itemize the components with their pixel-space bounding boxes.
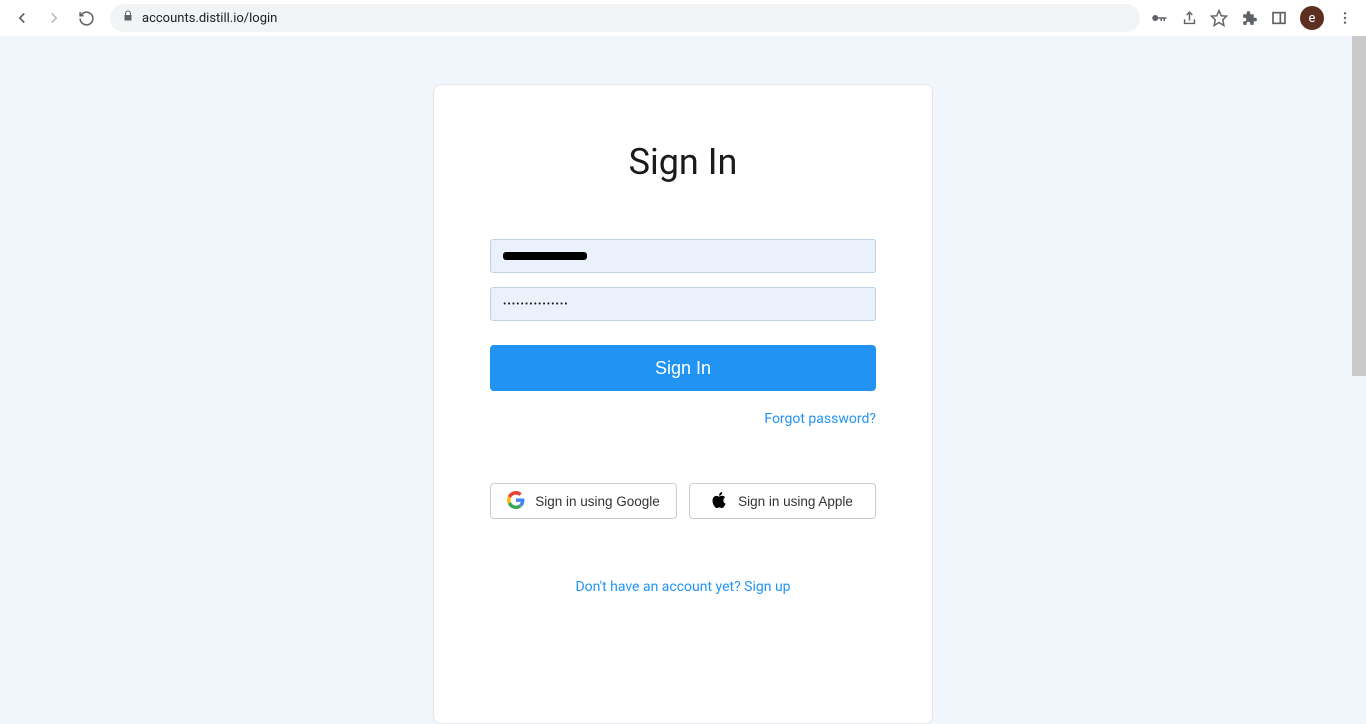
chrome-actions: e bbox=[1150, 6, 1358, 30]
google-signin-button[interactable]: Sign in using Google bbox=[490, 483, 677, 519]
signin-button[interactable]: Sign In bbox=[490, 345, 876, 391]
extensions-icon[interactable] bbox=[1240, 9, 1258, 27]
menu-icon[interactable] bbox=[1336, 9, 1354, 27]
apple-signin-label: Sign in using Apple bbox=[738, 494, 853, 509]
share-icon[interactable] bbox=[1180, 9, 1198, 27]
signin-title: Sign In bbox=[490, 141, 876, 183]
browser-toolbar: accounts.distill.io/login e bbox=[0, 0, 1366, 36]
email-input[interactable] bbox=[490, 239, 876, 273]
lock-icon bbox=[122, 10, 134, 26]
social-signin-row: Sign in using Google Sign in using Apple bbox=[490, 483, 876, 519]
reload-button[interactable] bbox=[72, 4, 100, 32]
back-button[interactable] bbox=[8, 4, 36, 32]
apple-icon bbox=[712, 491, 728, 512]
signup-link[interactable]: Don't have an account yet? Sign up bbox=[575, 579, 790, 595]
password-input[interactable]: ••••••••••••••• bbox=[490, 287, 876, 321]
side-panel-icon[interactable] bbox=[1270, 9, 1288, 27]
google-signin-label: Sign in using Google bbox=[535, 494, 660, 509]
password-value: ••••••••••••••• bbox=[503, 299, 569, 310]
scrollbar[interactable] bbox=[1352, 36, 1366, 376]
forward-button[interactable] bbox=[40, 4, 68, 32]
bookmark-star-icon[interactable] bbox=[1210, 9, 1228, 27]
password-key-icon[interactable] bbox=[1150, 9, 1168, 27]
page-body: Sign In ••••••••••••••• Sign In Forgot p… bbox=[0, 36, 1366, 724]
profile-avatar[interactable]: e bbox=[1300, 6, 1324, 30]
google-icon bbox=[507, 491, 525, 512]
forgot-password-link[interactable]: Forgot password? bbox=[764, 411, 876, 427]
apple-signin-button[interactable]: Sign in using Apple bbox=[689, 483, 876, 519]
email-value-redacted bbox=[503, 252, 587, 260]
signin-card: Sign In ••••••••••••••• Sign In Forgot p… bbox=[433, 84, 933, 724]
url-text: accounts.distill.io/login bbox=[142, 11, 277, 26]
address-bar[interactable]: accounts.distill.io/login bbox=[110, 4, 1140, 32]
